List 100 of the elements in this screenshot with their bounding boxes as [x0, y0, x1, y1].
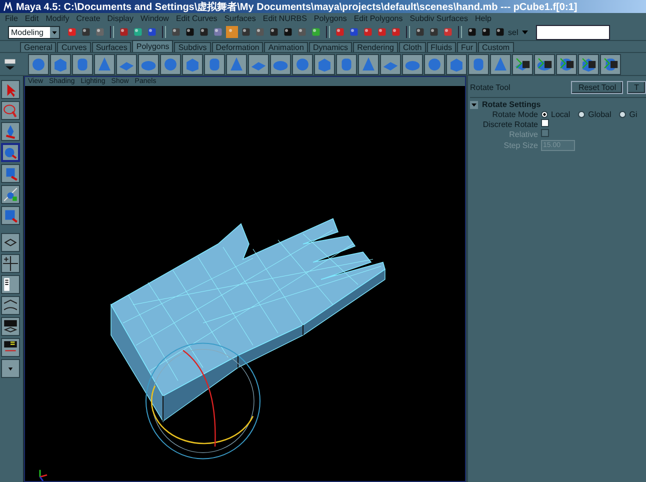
rotate-tool-icon[interactable] — [1, 143, 20, 162]
shelf-tab[interactable]: Fur — [457, 42, 478, 52]
tool-icon[interactable] — [198, 26, 210, 38]
input-field[interactable] — [536, 24, 610, 40]
menu-item[interactable]: Display — [107, 14, 134, 23]
menu-item[interactable]: Edit Polygons — [354, 14, 403, 23]
polygon-tool-icon[interactable] — [314, 54, 335, 74]
tool-icon[interactable] — [442, 26, 454, 38]
polygon-tool-icon[interactable] — [446, 54, 467, 74]
polygon-tool-icon[interactable] — [204, 54, 225, 74]
tool-icon[interactable] — [480, 26, 492, 38]
polygon-tool-icon[interactable] — [94, 54, 115, 74]
tool-button[interactable]: T — [627, 80, 646, 94]
tool-icon[interactable] — [310, 26, 322, 38]
polygon-tool-icon[interactable] — [138, 54, 159, 74]
shelf-tab[interactable]: Rendering — [353, 42, 398, 52]
mode-dropdown[interactable]: Modeling — [8, 26, 60, 38]
tool-icon[interactable] — [118, 26, 130, 38]
section-header[interactable]: Rotate Settings — [482, 100, 541, 109]
polygon-tool-icon[interactable] — [248, 54, 269, 74]
polygon-tool-icon[interactable] — [270, 54, 291, 74]
script-layout-icon[interactable] — [1, 338, 20, 357]
menu-item[interactable]: Edit NURBS — [262, 14, 307, 23]
polygon-tool-icon[interactable] — [490, 54, 511, 74]
tool-icon[interactable] — [334, 26, 346, 38]
tool-icon[interactable] — [80, 26, 92, 38]
menu-item[interactable]: Modify — [46, 14, 70, 23]
polygon-tool-icon[interactable] — [424, 54, 445, 74]
shelf-tab[interactable]: Surfaces — [92, 42, 132, 52]
shelf-tab[interactable]: Dynamics — [308, 42, 352, 52]
radio-button[interactable] — [619, 110, 626, 118]
shelf-tab[interactable]: Cloth — [398, 42, 426, 52]
tool-icon[interactable] — [390, 26, 402, 38]
polygon-tool-icon[interactable] — [336, 54, 357, 74]
radio-button[interactable] — [578, 110, 586, 118]
shelf-tab[interactable]: General — [20, 42, 56, 52]
tool-icon[interactable] — [414, 26, 426, 38]
menu-item[interactable]: Surfaces — [224, 14, 256, 23]
polygon-tool-icon[interactable] — [28, 54, 49, 74]
caret-icon[interactable] — [50, 26, 59, 38]
app-icon[interactable] — [3, 2, 13, 12]
selection-label[interactable]: sel — [508, 28, 518, 36]
tool-icon[interactable] — [146, 26, 158, 38]
shelf-tab[interactable]: Polygons — [132, 40, 174, 52]
shelf-tab[interactable]: Curves — [57, 42, 91, 52]
tool-icon[interactable] — [282, 26, 294, 38]
polygon-tool-icon[interactable] — [380, 54, 401, 74]
outliner-layout-icon[interactable] — [1, 275, 20, 294]
menu-item[interactable]: Subdiv Surfaces — [410, 14, 468, 23]
tool-icon[interactable] — [494, 26, 506, 38]
polygon-tool-icon[interactable] — [160, 54, 181, 74]
polygon-tool-icon[interactable] — [358, 54, 379, 74]
polygon-tool-icon[interactable] — [468, 54, 489, 74]
polygon-tool-icon[interactable] — [226, 54, 247, 74]
shelf-tab[interactable]: Subdivs — [174, 42, 211, 52]
move-tool-icon[interactable] — [1, 122, 20, 141]
tool-icon[interactable] — [66, 26, 78, 38]
rotate-manipulator-drawing[interactable] — [146, 342, 260, 460]
menu-item[interactable]: Edit — [24, 14, 39, 23]
shelf-tab[interactable]: Animation — [264, 42, 308, 52]
menu-item[interactable]: Help — [475, 14, 492, 23]
polygon-tool-icon[interactable] — [72, 54, 93, 74]
menu-item[interactable]: Polygons — [314, 14, 347, 23]
menu-item[interactable]: File — [5, 14, 18, 23]
four-pane-layout-icon[interactable] — [1, 254, 20, 273]
polygon-tool-icon[interactable] — [116, 54, 137, 74]
tool-icon[interactable] — [254, 26, 266, 38]
polygon-tool-icon[interactable] — [402, 54, 423, 74]
single-pane-layout-icon[interactable] — [1, 233, 20, 252]
shelf-tab[interactable]: Deformation — [212, 42, 264, 52]
menu-item[interactable]: Window — [140, 14, 169, 23]
tool-icon[interactable] — [212, 26, 224, 38]
tool-icon[interactable] — [348, 26, 360, 38]
collapse-toggle-icon[interactable] — [470, 100, 478, 108]
lasso-icon[interactable] — [1, 101, 20, 120]
checkbox[interactable] — [541, 119, 549, 127]
tool-icon[interactable] — [94, 26, 106, 38]
tool-icon[interactable] — [170, 26, 182, 38]
tool-icon[interactable] — [240, 26, 252, 38]
graph-layout-icon[interactable] — [1, 296, 20, 315]
manipulator-icon[interactable] — [1, 185, 20, 204]
last-tool-icon[interactable] — [1, 206, 20, 225]
tool-icon[interactable] — [296, 26, 308, 38]
tool-icon[interactable] — [428, 26, 440, 38]
radio-button[interactable] — [541, 110, 548, 118]
tool-icon[interactable] — [132, 26, 144, 38]
shelf-tab[interactable]: Fluids — [426, 42, 456, 52]
tool-icon[interactable] — [362, 26, 374, 38]
tool-icon[interactable] — [184, 26, 196, 38]
shelf-tab[interactable]: Custom — [478, 42, 514, 52]
tool-icon[interactable] — [376, 26, 388, 38]
tool-icon[interactable] — [268, 26, 280, 38]
menu-item[interactable]: Edit Curves — [176, 14, 218, 23]
polygon-tool-icon[interactable] — [292, 54, 313, 74]
menu-item[interactable]: Create — [76, 14, 100, 23]
polygon-tool-icon[interactable] — [50, 54, 71, 74]
hypershade-layout-icon[interactable] — [1, 317, 20, 336]
polygon-tool-icon[interactable] — [182, 54, 203, 74]
tool-button[interactable]: Reset Tool — [571, 80, 624, 94]
tool-icon[interactable] — [466, 26, 478, 38]
